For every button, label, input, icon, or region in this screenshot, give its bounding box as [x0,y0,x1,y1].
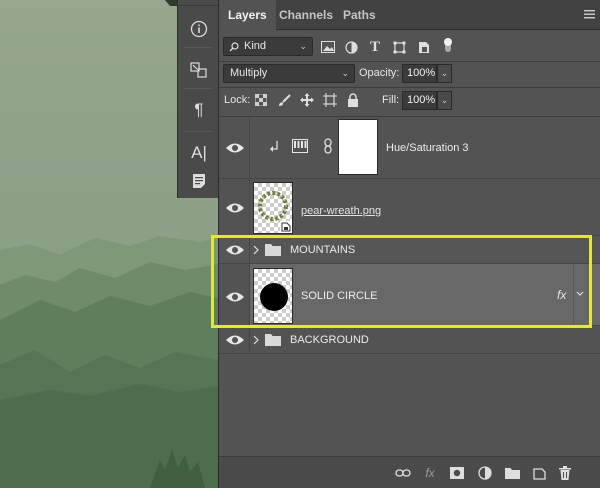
layer-thumbnail[interactable] [253,182,293,234]
panel-toolstrip: ¶ A| [177,0,218,198]
fx-icon[interactable]: fx [422,465,438,481]
chevron-down-icon: ⌄ [341,68,349,78]
character-glyph: A| [191,143,207,162]
filter-toggle-icon[interactable] [440,37,456,53]
clipping-arrow-icon [270,141,278,152]
chevron-down-icon: ⌄ [440,68,449,78]
opacity-slider-toggle[interactable]: ⌄ [437,64,452,83]
eye-icon[interactable] [225,333,245,347]
lock-position-icon[interactable] [299,92,315,108]
filter-kind-dropdown[interactable]: Kind ⌄ [223,37,313,56]
layer-name: Hue/Saturation 3 [386,142,469,154]
filter-row: Kind ⌄ T [219,36,600,58]
eye-icon[interactable] [225,201,245,215]
folder-icon [265,334,281,346]
layers-bottom-bar: fx [219,456,600,488]
filter-kind-label: Kind [244,40,267,52]
info-icon[interactable] [184,16,214,42]
chevron-down-icon: ⌄ [299,41,307,51]
eye-icon[interactable] [225,141,245,155]
layer-name: pear-wreath.png [301,205,382,217]
adjustment-filter-icon[interactable] [343,39,359,55]
divider [219,87,600,88]
layer-row-hue-saturation[interactable]: Hue/Saturation 3 [219,117,600,179]
highlight-box [211,235,592,328]
mask-link-icon[interactable] [324,138,332,154]
chevron-right-icon[interactable] [253,335,259,345]
shape-filter-icon[interactable] [391,39,407,55]
tab-channels[interactable]: Channels [270,0,342,30]
smart-object-badge-icon [280,221,292,233]
lock-paint-icon[interactable] [276,92,292,108]
toolstrip-separator [184,131,212,132]
layer-mask-thumbnail[interactable] [338,119,378,175]
fill-field[interactable]: 100% [402,91,437,110]
lock-artboard-icon[interactable] [322,92,338,108]
layer-row-pear-wreath[interactable]: pear-wreath.png [219,179,600,236]
toolstrip-grip[interactable] [178,0,218,6]
swap-icon[interactable] [184,57,214,83]
panel-tab-bar: Layers Channels Paths [219,0,600,31]
smart-object-filter-icon[interactable] [416,39,432,55]
character-icon[interactable]: A| [184,140,214,166]
opacity-field[interactable]: 100% [402,64,437,83]
toolstrip-separator [184,88,212,89]
lock-transparent-icon[interactable] [253,92,269,108]
new-fill-adjustment-icon[interactable] [477,465,493,481]
opacity-label: Opacity: [359,67,400,79]
panel-menu-icon[interactable] [584,9,595,19]
image-filter-icon[interactable] [320,39,336,55]
new-layer-icon[interactable] [531,465,547,481]
chevron-down-icon: ⌄ [440,95,449,105]
blend-row: Multiply ⌄ Opacity: 100% ⌄ [219,64,600,86]
add-mask-icon[interactable] [449,465,465,481]
lock-label: Lock: [224,94,251,106]
tab-layers[interactable]: Layers [219,0,276,31]
paragraph-icon[interactable]: ¶ [184,97,214,123]
notes-icon[interactable] [184,168,214,194]
tab-paths[interactable]: Paths [334,0,385,30]
layer-row-background-group[interactable]: BACKGROUND [219,326,600,354]
fill-slider-toggle[interactable]: ⌄ [437,91,452,110]
blend-mode-value: Multiply [230,67,268,79]
delete-layer-icon[interactable] [557,465,573,481]
hue-saturation-adjustment-icon [292,139,308,153]
lock-all-icon[interactable] [345,92,361,108]
divider [219,61,600,62]
toolstrip-separator [184,47,212,48]
paragraph-glyph: ¶ [194,100,204,119]
new-group-icon[interactable] [504,465,520,481]
lock-row: Lock: Fill: 100% ⌄ [219,91,600,113]
link-layers-icon[interactable] [395,465,411,481]
type-filter-icon[interactable]: T [367,39,383,55]
fill-label: Fill: [382,94,400,106]
layer-name: BACKGROUND [290,334,369,346]
blend-mode-dropdown[interactable]: Multiply ⌄ [223,64,355,83]
search-icon [229,42,239,52]
